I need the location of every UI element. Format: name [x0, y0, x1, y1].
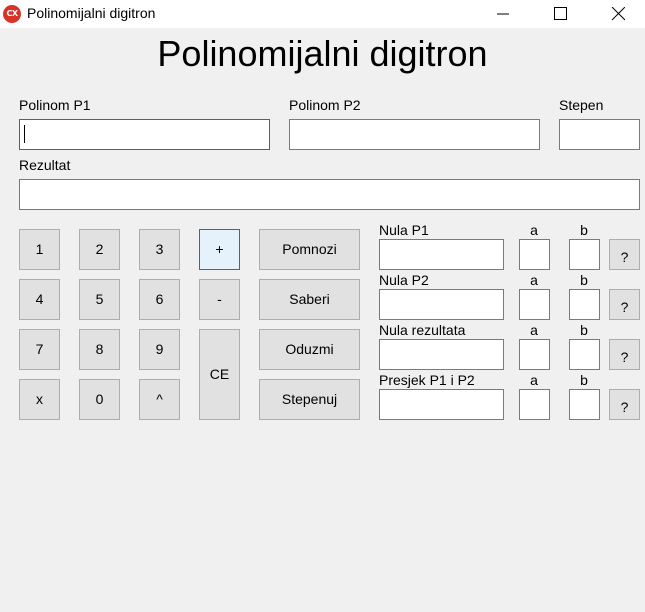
nula-rezultata-help-button[interactable]: ?: [609, 339, 640, 370]
stepen-label: Stepen: [559, 97, 604, 113]
key-6-button[interactable]: 6: [139, 279, 180, 320]
nula-rezultata-a-input[interactable]: [519, 339, 550, 370]
nula-p1-field[interactable]: [379, 239, 504, 270]
polinom-p1-input[interactable]: [19, 119, 270, 150]
polinom-p2-label: Polinom P2: [289, 97, 361, 113]
nula-p2-help-button[interactable]: ?: [609, 289, 640, 320]
minimize-icon: [497, 13, 509, 15]
key-9-button[interactable]: 9: [139, 329, 180, 370]
key-4-button[interactable]: 4: [19, 279, 60, 320]
nula-p2-a-input[interactable]: [519, 289, 550, 320]
key-caret-button[interactable]: ^: [139, 379, 180, 420]
nula-p1-a-input[interactable]: [519, 239, 550, 270]
rezultat-label: Rezultat: [19, 157, 71, 173]
nula-p1-label: Nula P1: [379, 222, 429, 238]
key-5-button[interactable]: 5: [79, 279, 120, 320]
nula-p1-b-input[interactable]: [569, 239, 600, 270]
presjek-help-button[interactable]: ?: [609, 389, 640, 420]
presjek-a-input[interactable]: [519, 389, 550, 420]
presjek-label: Presjek P1 i P2: [379, 372, 475, 388]
stepenuj-button[interactable]: Stepenuj: [259, 379, 360, 420]
nula-rezultata-label: Nula rezultata: [379, 322, 466, 338]
presjek-field[interactable]: [379, 389, 504, 420]
a-label: a: [530, 222, 538, 238]
key-7-button[interactable]: 7: [19, 329, 60, 370]
stepen-input[interactable]: [559, 119, 640, 150]
oduzmi-button[interactable]: Oduzmi: [259, 329, 360, 370]
nula-rezultata-field[interactable]: [379, 339, 504, 370]
clear-entry-button[interactable]: CE: [199, 329, 240, 420]
polinom-p1-label: Polinom P1: [19, 97, 91, 113]
window-title: Polinomijalni digitron: [27, 5, 156, 21]
app-logo-icon: CX: [3, 5, 21, 23]
close-icon: [611, 7, 625, 21]
maximize-icon: [554, 7, 567, 20]
b-label: b: [580, 372, 588, 388]
b-label: b: [580, 272, 588, 288]
a-label: a: [530, 372, 538, 388]
minimize-button[interactable]: [480, 0, 526, 28]
presjek-b-input[interactable]: [569, 389, 600, 420]
pomnozi-button[interactable]: Pomnozi: [259, 229, 360, 270]
nula-p1-help-button[interactable]: ?: [609, 239, 640, 270]
b-label: b: [580, 322, 588, 338]
key-1-button[interactable]: 1: [19, 229, 60, 270]
close-button[interactable]: [595, 0, 641, 28]
key-8-button[interactable]: 8: [79, 329, 120, 370]
polinom-p2-input[interactable]: [289, 119, 540, 150]
nula-p2-field[interactable]: [379, 289, 504, 320]
key-2-button[interactable]: 2: [79, 229, 120, 270]
key-0-button[interactable]: 0: [79, 379, 120, 420]
saberi-button[interactable]: Saberi: [259, 279, 360, 320]
text-caret: [24, 125, 25, 143]
plus-button[interactable]: +: [199, 229, 240, 270]
key-x-button[interactable]: x: [19, 379, 60, 420]
a-label: a: [530, 272, 538, 288]
key-3-button[interactable]: 3: [139, 229, 180, 270]
title-bar: CX Polinomijalni digitron: [0, 0, 645, 28]
a-label: a: [530, 322, 538, 338]
nula-p2-b-input[interactable]: [569, 289, 600, 320]
minus-button[interactable]: -: [199, 279, 240, 320]
nula-p2-label: Nula P2: [379, 272, 429, 288]
page-title: Polinomijalni digitron: [157, 33, 488, 74]
maximize-button[interactable]: [537, 0, 583, 28]
nula-rezultata-b-input[interactable]: [569, 339, 600, 370]
b-label: b: [580, 222, 588, 238]
rezultat-field[interactable]: [19, 179, 640, 210]
